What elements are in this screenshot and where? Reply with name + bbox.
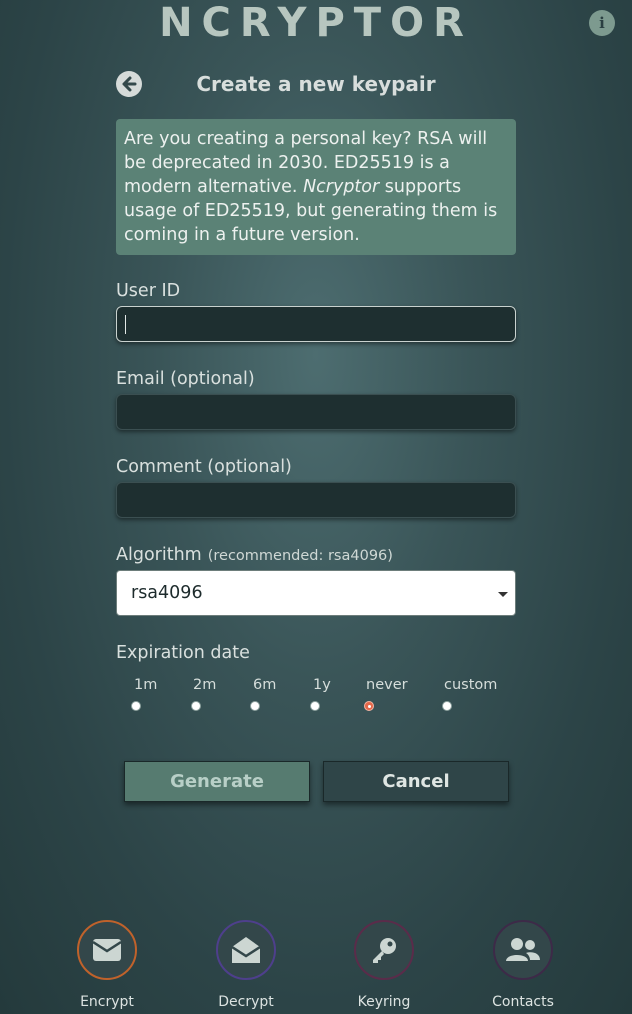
algorithm-recommendation: (recommended: rsa4096) xyxy=(207,548,393,564)
expiration-radio-6m[interactable] xyxy=(250,701,260,711)
key-icon xyxy=(373,938,396,963)
expiration-radio-1y[interactable] xyxy=(310,701,320,711)
envelope-icon xyxy=(93,939,121,961)
nav-keyring[interactable]: Keyring xyxy=(339,920,429,1011)
generate-button[interactable]: Generate xyxy=(124,761,310,802)
chevron-down-icon xyxy=(498,592,508,597)
nav-decrypt[interactable]: Decrypt xyxy=(201,920,291,1011)
expiration-option-label-never: never xyxy=(366,677,408,693)
expiration-option-label-1y: 1y xyxy=(313,677,331,693)
notice-emphasis: Ncryptor xyxy=(303,177,380,197)
expiration-option-label-6m: 6m xyxy=(253,677,277,693)
expiration-radio-2m[interactable] xyxy=(191,701,201,711)
comment-input[interactable] xyxy=(116,482,516,518)
nav-label-keyring: Keyring xyxy=(357,994,411,1010)
expiration-radio-1m[interactable] xyxy=(131,701,141,711)
expiration-radio-custom[interactable] xyxy=(442,701,452,711)
algorithm-label-text: Algorithm xyxy=(116,545,202,565)
nav-encrypt[interactable]: Encrypt xyxy=(62,920,152,1011)
expiration-option-label-2m: 2m xyxy=(193,677,217,693)
algorithm-selected-value: rsa4096 xyxy=(131,583,203,603)
comment-label: Comment (optional) xyxy=(116,457,292,477)
nav-decrypt-button[interactable] xyxy=(216,920,276,980)
expiration-radio-never[interactable] xyxy=(364,701,374,711)
email-input[interactable] xyxy=(116,394,516,430)
algorithm-select[interactable]: rsa4096 xyxy=(116,570,516,616)
nav-encrypt-button[interactable] xyxy=(77,920,137,980)
page-title: Create a new keypair xyxy=(196,72,436,96)
user-id-input[interactable] xyxy=(116,306,516,342)
expiration-option-label-custom: custom xyxy=(444,677,498,693)
algorithm-label: Algorithm (recommended: rsa4096) xyxy=(116,544,393,567)
text-caret xyxy=(125,315,126,334)
nav-contacts-button[interactable] xyxy=(493,920,553,980)
nav-label-decrypt: Decrypt xyxy=(218,994,274,1010)
user-id-label: User ID xyxy=(116,281,181,301)
envelope-open-icon xyxy=(232,937,260,963)
email-label: Email (optional) xyxy=(116,369,255,389)
info-notice: Are you creating a personal key? RSA wil… xyxy=(116,119,516,255)
expiration-label: Expiration date xyxy=(116,643,250,663)
info-icon[interactable]: i xyxy=(589,10,615,36)
app-title: NCRYPTOR xyxy=(159,0,473,46)
cancel-button[interactable]: Cancel xyxy=(323,761,509,802)
nav-label-contacts: Contacts xyxy=(492,994,554,1010)
nav-contacts[interactable]: Contacts xyxy=(478,920,568,1011)
users-icon xyxy=(506,938,540,961)
nav-label-encrypt: Encrypt xyxy=(80,994,134,1010)
nav-keyring-button[interactable] xyxy=(354,920,414,980)
expiration-option-label-1m: 1m xyxy=(134,677,158,693)
